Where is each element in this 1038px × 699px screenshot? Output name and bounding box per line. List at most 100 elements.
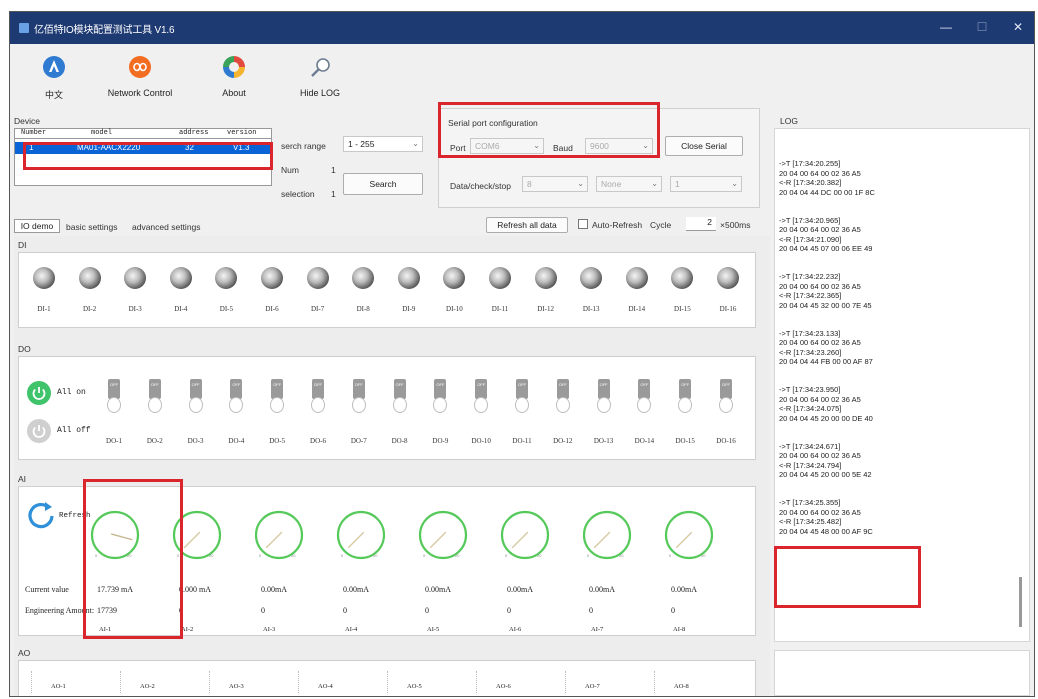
log-entry: ->T [17:34:23.950] 20 04 00 64 00 02 36 …	[779, 385, 873, 423]
do-switch[interactable]: OFF	[270, 379, 285, 419]
do-switch-knob	[433, 397, 448, 413]
ao-slot[interactable]	[209, 671, 211, 693]
do-switch[interactable]: OFF	[229, 379, 244, 419]
do-switch-knob	[637, 397, 652, 413]
ai-gauge: 0 20	[417, 509, 469, 561]
device-row[interactable]: 1 MA01-AACX2220 32 V1.3	[15, 142, 271, 154]
do-switch[interactable]: OFF	[678, 379, 693, 419]
do-switch-knob	[188, 397, 203, 413]
all-on-button[interactable]	[27, 381, 51, 405]
do-item-label: DO-11	[512, 437, 532, 445]
parity-select[interactable]: None ⌄	[596, 176, 662, 192]
refresh-icon[interactable]	[25, 499, 57, 531]
log-scrollbar[interactable]	[1019, 577, 1022, 627]
about-icon	[223, 56, 245, 78]
language-button[interactable]: 中文	[16, 44, 92, 106]
do-switch-state: OFF	[271, 379, 284, 399]
refresh-all-button[interactable]: Refresh all data	[486, 217, 568, 233]
ao-slot[interactable]	[654, 671, 656, 693]
about-label: About	[222, 88, 246, 98]
send-textbox[interactable]	[774, 650, 1030, 696]
do-switch-state: OFF	[230, 379, 243, 399]
ai-scale-max: 20	[373, 553, 378, 558]
ai-channel-label: AI-1	[99, 626, 112, 633]
do-switch[interactable]: OFF	[188, 379, 203, 419]
do-switch[interactable]: OFF	[351, 379, 366, 419]
power-icon	[32, 425, 46, 438]
ao-slot[interactable]	[565, 671, 567, 693]
tab-advanced-settings[interactable]: advanced settings	[132, 222, 201, 232]
ao-slot[interactable]	[476, 671, 478, 693]
language-label: 中文	[44, 90, 63, 100]
di-group: DI-1 DI-2 DI-3 DI-4 DI-5 DI-6 DI-7 DI-8 DI-9 DI-1…	[18, 252, 756, 328]
parity-value: None	[601, 179, 622, 189]
do-switch[interactable]: OFF	[515, 379, 529, 419]
do-switch[interactable]: OFF	[474, 379, 489, 419]
baud-select[interactable]: 9600 ⌄	[585, 138, 653, 154]
minimize-button[interactable]: —	[938, 20, 954, 34]
do-switch[interactable]: OFF	[392, 379, 407, 419]
device-address: 32	[185, 143, 194, 152]
ao-group: AO-1 AO-2 AO-3 AO-4 AO-5 AO-6 AO-7 AO-8	[18, 660, 756, 696]
ai-gauge: 0 20	[335, 509, 387, 561]
stop-bits-select[interactable]: 1 ⌄	[670, 176, 742, 192]
close-serial-button[interactable]: Close Serial	[665, 136, 743, 156]
auto-refresh-checkbox[interactable]	[578, 219, 588, 229]
search-range-value: 1 - 255	[348, 139, 375, 149]
chevron-down-icon: ⌄	[577, 179, 584, 188]
search-range-select[interactable]: 1 - 255 ⌄	[343, 136, 423, 152]
ai-engineering-value: 0	[589, 606, 593, 615]
cycle-unit: ×500ms	[720, 220, 751, 230]
ai-current-value: 0.00mA	[343, 585, 369, 594]
cycle-label: Cycle	[650, 220, 672, 230]
ai-engineering-value: 0	[425, 606, 429, 615]
baud-label: Baud	[553, 143, 573, 153]
ai-channel-label: AI-3	[263, 626, 276, 633]
do-switch[interactable]: OFF	[107, 379, 121, 419]
tab-basic-settings[interactable]: basic settings	[66, 222, 118, 232]
do-switch[interactable]: OFF	[147, 379, 162, 419]
window-title: 亿佰特IO模块配置测试工具 V1.6	[34, 25, 175, 36]
di-item-label: DI-5	[219, 305, 233, 313]
do-switch-knob	[474, 397, 489, 413]
di-item-label: DI-12	[537, 305, 554, 313]
ai-engineering-value: 0	[179, 606, 183, 615]
ao-slot[interactable]	[298, 671, 300, 693]
ai-scale-max: 20	[537, 553, 542, 558]
do-switch[interactable]: OFF	[555, 379, 570, 419]
log-label: LOG	[780, 116, 798, 126]
data-bits-select[interactable]: 8 ⌄	[522, 176, 588, 192]
do-switch[interactable]: OFF	[433, 379, 448, 419]
ai-gauge: 0 20	[89, 509, 141, 561]
close-button[interactable]: ✕	[1010, 20, 1026, 34]
search-button[interactable]: Search	[343, 173, 423, 195]
log-entry: ->T [17:34:25.355] 20 04 00 64 00 02 36 …	[779, 498, 873, 536]
ao-item-label: AO-1	[51, 683, 66, 690]
network-control-button[interactable]: Network Control	[102, 44, 178, 106]
ao-slot[interactable]	[387, 671, 389, 693]
port-select[interactable]: COM6 ⌄	[470, 138, 544, 154]
do-item-label: DO-12	[553, 437, 573, 445]
all-off-button[interactable]	[27, 419, 51, 443]
cycle-input[interactable]: 2	[686, 217, 716, 231]
do-item-label: DO-3	[187, 437, 204, 445]
ai-current-value: 0.00mA	[261, 585, 287, 594]
do-switch[interactable]: OFF	[596, 379, 611, 419]
ao-slot[interactable]	[31, 671, 33, 693]
hide-log-button[interactable]: Hide LOG	[282, 44, 358, 106]
di-lamp	[215, 267, 238, 289]
log-entry: ->T [17:34:20.255] 20 04 00 64 00 02 36 …	[779, 159, 875, 197]
di-label: DI	[18, 240, 27, 250]
about-button[interactable]: About	[196, 44, 272, 106]
ao-item-label: AO-5	[407, 683, 422, 690]
do-item-label: DO-13	[593, 437, 614, 445]
maximize-button[interactable]: ☐	[974, 20, 990, 34]
ai-current-value: 0.00mA	[671, 585, 697, 594]
tab-io-demo[interactable]: IO demo	[14, 219, 60, 233]
do-switch[interactable]: OFF	[719, 379, 733, 419]
ai-engineering-value: 0	[261, 606, 265, 615]
do-switch-state: OFF	[434, 379, 447, 399]
ao-slot[interactable]	[120, 671, 122, 693]
do-switch[interactable]: OFF	[637, 379, 652, 419]
do-switch[interactable]: OFF	[311, 379, 325, 419]
